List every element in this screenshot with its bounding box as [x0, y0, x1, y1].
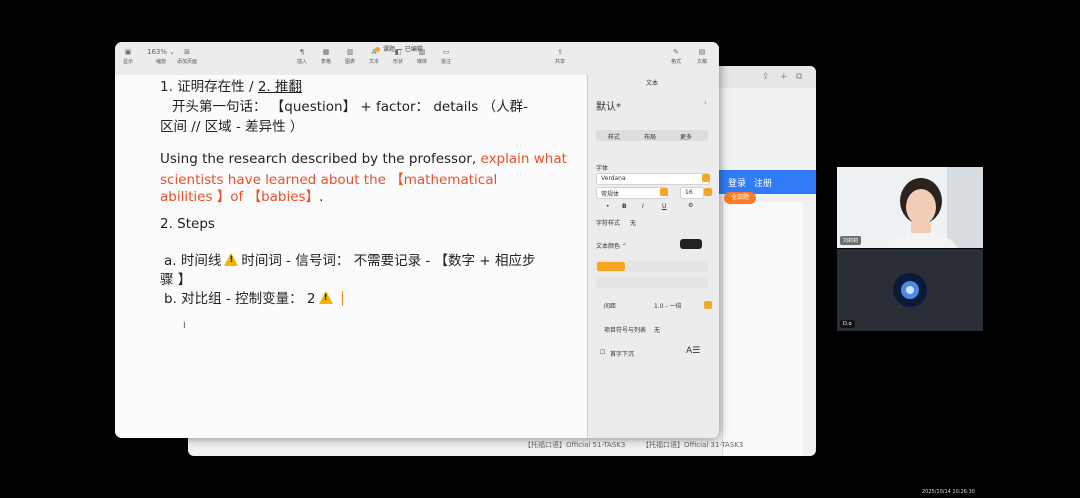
doc-line-4: Using the research described by the prof… — [160, 151, 567, 167]
tab-layout[interactable]: 布局 — [644, 132, 656, 141]
doc-line-2: 开头第一句话： 【question】 + factor： details （人群… — [172, 99, 528, 115]
text-color-swatch[interactable] — [680, 239, 702, 249]
text-cursor-icon: I — [183, 321, 186, 331]
text-icon: A — [371, 48, 377, 56]
char-style-select[interactable]: 无 — [630, 218, 636, 227]
add-page-button[interactable]: ⊞ 添加页面 — [177, 48, 197, 65]
insert-icon: ¶ — [299, 48, 305, 56]
warning-icon — [318, 291, 333, 304]
comment-button[interactable]: ▭ 批注 — [441, 48, 451, 65]
share-icon[interactable]: ⇪ — [762, 72, 770, 82]
document-icon: ▤ — [698, 48, 706, 56]
shape-icon: ◧ — [394, 48, 402, 56]
dropcap-style-icon[interactable]: A☰ — [686, 346, 700, 356]
login-link[interactable]: 登录 — [728, 176, 746, 189]
chart-button[interactable]: ▥ 图表 — [345, 48, 355, 65]
participant-video-tile: 刘莉莉 — [837, 167, 983, 248]
document-button[interactable]: ▤ 文稿 — [697, 48, 707, 65]
text-color-label: 文本颜色 ⌃ — [596, 243, 627, 250]
zoom-value: 163% ⌄ — [147, 48, 176, 56]
comment-icon: ▭ — [442, 48, 450, 56]
bullets-label: 项目符号与列表 — [604, 327, 647, 334]
bold-button[interactable]: B — [622, 203, 627, 210]
shape-button[interactable]: ◧ 形状 — [393, 48, 403, 65]
doc-line-6: abilities 】of 【babies】. — [160, 189, 324, 205]
indent-control[interactable] — [596, 277, 708, 288]
new-tab-icon[interactable]: + — [780, 72, 788, 82]
media-icon: ▨ — [418, 48, 426, 56]
underline-button[interactable]: U — [662, 203, 666, 210]
inspector-header: 文本 — [646, 80, 659, 87]
participant-name-tag: D.o — [840, 320, 855, 328]
register-link[interactable]: 注册 — [754, 176, 772, 189]
pages-document-window: 课题 — 已编辑 ▣ 显示 163% ⌄ 缩放 ⊞ 添加页面 ¶ 插入 ▦ 表格 ▥ 图表 … — [115, 42, 719, 438]
sidebar-icon: ▣ — [124, 48, 132, 56]
format-button[interactable]: ✎ 格式 — [671, 48, 681, 65]
doc-line-9: 骤 】 — [160, 272, 192, 288]
background-side-panel — [722, 202, 803, 456]
text-caret — [341, 291, 343, 306]
doc-line-7: 2. Steps — [160, 216, 215, 232]
bullets-select[interactable]: 无 — [654, 325, 660, 334]
dropcap-checkbox[interactable]: ☐ — [600, 349, 605, 356]
toolbar: 课题 — 已编辑 ▣ 显示 163% ⌄ 缩放 ⊞ 添加页面 ¶ 插入 ▦ 表格 ▥ 图表 … — [115, 42, 719, 76]
font-weight-select[interactable]: 常规体 — [596, 187, 668, 199]
warning-icon — [224, 253, 239, 266]
char-style-label: 字符样式 — [596, 220, 621, 227]
format-inspector: 文本 默认* › 样式 布局 更多 字体 Verdana 常规体 16 • B … — [587, 75, 719, 438]
font-chevron-icon[interactable] — [702, 174, 710, 182]
chart-icon: ▥ — [346, 48, 354, 56]
spacing-stepper[interactable] — [704, 301, 712, 309]
participant-video-tile: D.o — [837, 249, 983, 331]
footer-item[interactable]: 【托福口语】Official 51-TASK3 — [524, 440, 625, 450]
doc-line-10: b. 对比组 - 控制变量： 2 — [164, 287, 343, 307]
chevron-right-icon[interactable]: › — [704, 99, 707, 107]
font-name-select[interactable]: Verdana — [596, 173, 710, 185]
text-options-icon[interactable]: • — [606, 203, 610, 210]
italic-button[interactable]: I — [642, 203, 644, 210]
gear-icon[interactable]: ⚙ — [688, 202, 693, 209]
all-questions-pill[interactable]: 全部题 — [724, 192, 756, 204]
document-canvas[interactable]: 1. 证明存在性 / 2. 推翻 开头第一句话： 【question】 + fa… — [115, 75, 587, 438]
media-button[interactable]: ▨ 媒体 — [417, 48, 427, 65]
footer-item[interactable]: 【托福口语】Official 31-TASK3 — [642, 440, 743, 450]
brush-icon: ✎ — [673, 48, 679, 56]
spacing-label: 间距 — [604, 303, 617, 310]
share-icon: ⇪ — [557, 48, 563, 56]
doc-line-1: 1. 证明存在性 / 2. 推翻 — [160, 79, 302, 95]
participant-avatar — [837, 249, 983, 331]
align-left-icon[interactable] — [597, 262, 625, 271]
text-button[interactable]: A 文本 — [369, 48, 379, 65]
tab-style[interactable]: 样式 — [608, 132, 620, 141]
font-label: 字体 — [596, 165, 609, 172]
participant-name-tag: 刘莉莉 — [840, 236, 862, 245]
tabs-overview-icon[interactable]: ⧉ — [796, 72, 802, 82]
table-button[interactable]: ▦ 表格 — [321, 48, 331, 65]
tab-more[interactable]: 更多 — [680, 132, 692, 141]
zoom-button[interactable]: 163% ⌄ 缩放 — [147, 48, 175, 65]
site-nav-bar: 登录 注册 — [718, 170, 816, 194]
font-size-field[interactable]: 16 — [680, 187, 704, 199]
dropcap-label: 首字下沉 — [610, 351, 635, 358]
spacing-select[interactable]: 1.0 - 一倍 — [654, 301, 682, 310]
weight-chevron-icon[interactable] — [660, 188, 668, 196]
doc-line-3: 区间 // 区域 - 差异性 ） — [160, 119, 304, 135]
paragraph-style-select[interactable]: 默认* — [596, 98, 621, 113]
add-page-icon: ⊞ — [184, 48, 190, 56]
table-icon: ▦ — [322, 48, 330, 56]
doc-line-8: a. 时间线时间词 - 信号词： 不需要记录 - 【数字 + 相应步 — [164, 249, 535, 269]
view-button[interactable]: ▣ 显示 — [123, 48, 133, 65]
insert-button[interactable]: ¶ 插入 — [297, 48, 307, 65]
font-size-stepper[interactable] — [704, 188, 712, 196]
share-button[interactable]: ⇪ 共享 — [555, 48, 565, 65]
timestamp: 2025/10/14 10:26:30 — [922, 489, 975, 495]
